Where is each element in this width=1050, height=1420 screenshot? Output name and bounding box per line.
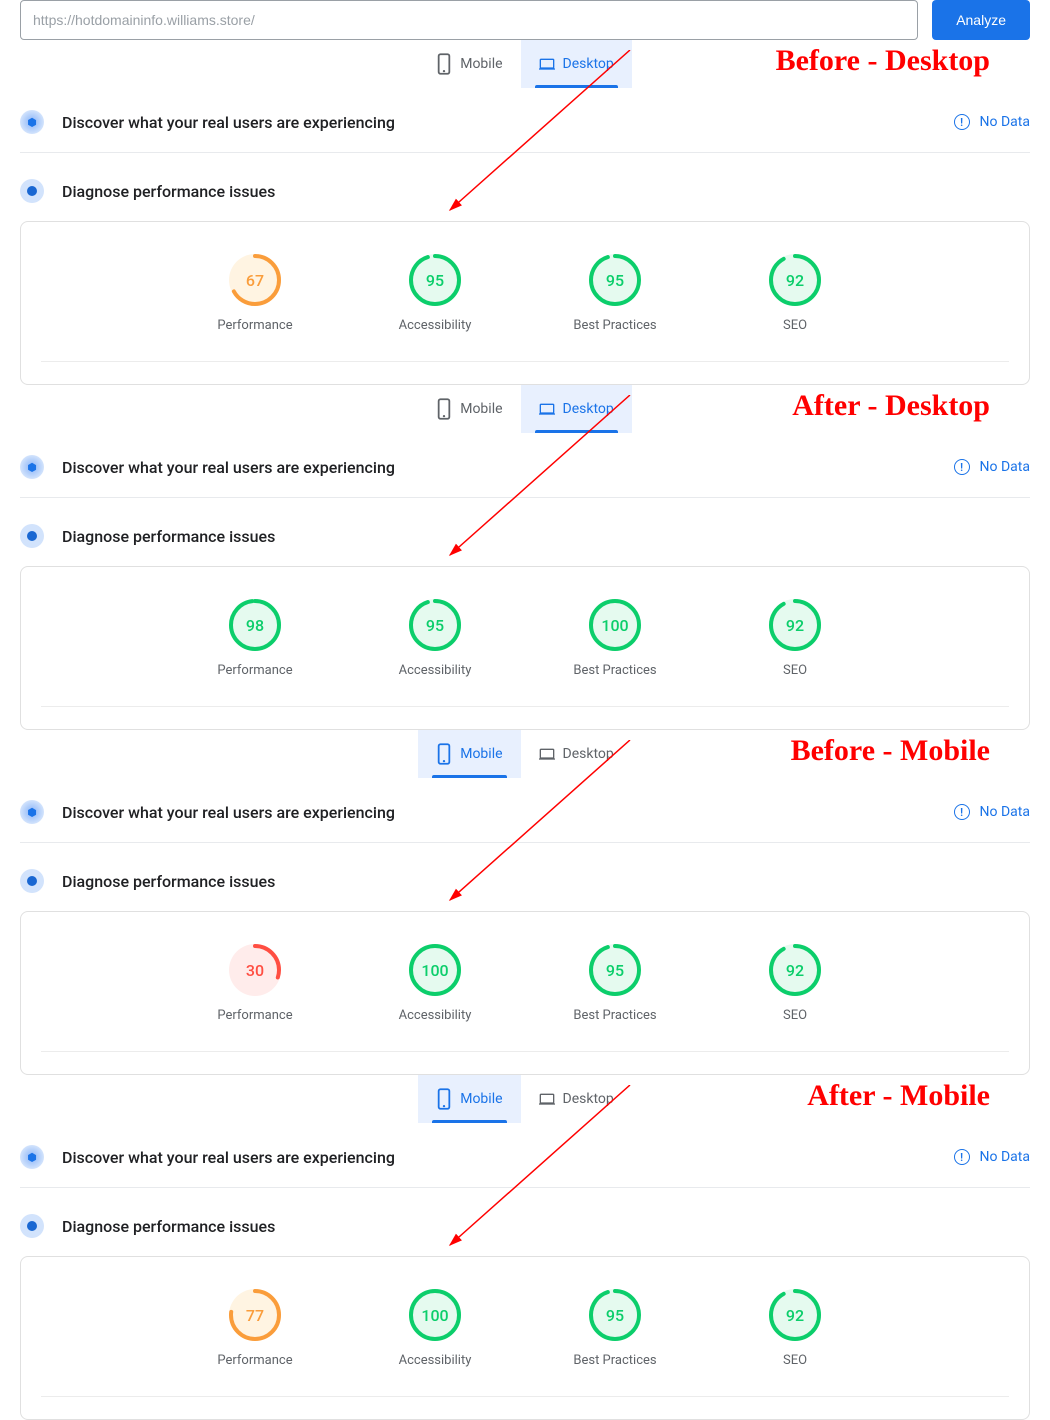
url-input[interactable] (20, 0, 918, 40)
performance-gauge[interactable]: 67 Performance (200, 254, 310, 333)
discover-heading-row: ⬢ Discover what your real users are expe… (20, 433, 1030, 498)
report-section-after_mobile: MobileDesktop After - Mobile ⬢ Discover … (20, 1075, 1030, 1420)
users-icon: ⬢ (20, 1145, 44, 1169)
performance-gauge[interactable]: 98 Performance (200, 599, 310, 678)
desktop-icon (539, 743, 555, 765)
best-practices-gauge[interactable]: 100 Best Practices (560, 599, 670, 678)
desktop-icon (539, 53, 555, 75)
tab-desktop[interactable]: Desktop (521, 1075, 632, 1123)
tab-mobile[interactable]: Mobile (418, 40, 520, 88)
discover-heading-row: ⬢ Discover what your real users are expe… (20, 88, 1030, 153)
mobile-icon (436, 743, 452, 765)
tab-mobile[interactable]: Mobile (418, 730, 520, 778)
no-data-link[interactable]: ! No Data (954, 804, 1030, 820)
seo-gauge[interactable]: 92 SEO (740, 1289, 850, 1368)
diagnose-heading-row: Diagnose performance issues (20, 843, 1030, 911)
discover-title: Discover what your real users are experi… (62, 113, 954, 132)
users-icon: ⬢ (20, 455, 44, 479)
info-icon: ! (954, 459, 970, 475)
performance-gauge[interactable]: 77 Performance (200, 1289, 310, 1368)
discover-title: Discover what your real users are experi… (62, 1148, 954, 1167)
diagnose-heading-row: Diagnose performance issues (20, 498, 1030, 566)
desktop-icon (539, 1088, 555, 1110)
info-icon: ! (954, 114, 970, 130)
diagnose-title: Diagnose performance issues (62, 1217, 275, 1236)
diagnose-title: Diagnose performance issues (62, 872, 275, 891)
analyze-button[interactable]: Analyze (932, 0, 1030, 40)
users-icon: ⬢ (20, 800, 44, 824)
tab-desktop[interactable]: Desktop (521, 730, 632, 778)
seo-gauge[interactable]: 92 SEO (740, 599, 850, 678)
best-practices-gauge[interactable]: 95 Best Practices (560, 254, 670, 333)
best-practices-gauge[interactable]: 95 Best Practices (560, 1289, 670, 1368)
accessibility-gauge[interactable]: 100 Accessibility (380, 944, 490, 1023)
report-section-before_mobile: MobileDesktop Before - Mobile ⬢ Discover… (20, 730, 1030, 1075)
no-data-label: No Data (980, 1149, 1030, 1165)
diagnose-title: Diagnose performance issues (62, 182, 275, 201)
no-data-label: No Data (980, 114, 1030, 130)
scores-card: 30 Performance 100 Accessibility 95 Best… (20, 911, 1030, 1075)
info-icon: ! (954, 1149, 970, 1165)
target-icon (20, 524, 44, 548)
discover-title: Discover what your real users are experi… (62, 458, 954, 477)
mobile-icon (436, 398, 452, 420)
diagnose-title: Diagnose performance issues (62, 527, 275, 546)
tab-mobile[interactable]: Mobile (418, 1075, 520, 1123)
no-data-link[interactable]: ! No Data (954, 114, 1030, 130)
seo-gauge[interactable]: 92 SEO (740, 944, 850, 1023)
mobile-icon (436, 1088, 452, 1110)
report-section-before_desktop: MobileDesktop Before - Desktop ⬢ Discove… (20, 40, 1030, 385)
discover-heading-row: ⬢ Discover what your real users are expe… (20, 1123, 1030, 1188)
target-icon (20, 179, 44, 203)
diagnose-heading-row: Diagnose performance issues (20, 1188, 1030, 1256)
scores-card: 67 Performance 95 Accessibility 95 Best … (20, 221, 1030, 385)
accessibility-gauge[interactable]: 100 Accessibility (380, 1289, 490, 1368)
discover-title: Discover what your real users are experi… (62, 803, 954, 822)
accessibility-gauge[interactable]: 95 Accessibility (380, 254, 490, 333)
no-data-label: No Data (980, 804, 1030, 820)
report-section-after_desktop: MobileDesktop After - Desktop ⬢ Discover… (20, 385, 1030, 730)
no-data-label: No Data (980, 459, 1030, 475)
tab-desktop[interactable]: Desktop (521, 40, 632, 88)
scores-card: 98 Performance 95 Accessibility 100 Best… (20, 566, 1030, 730)
discover-heading-row: ⬢ Discover what your real users are expe… (20, 778, 1030, 843)
mobile-icon (436, 53, 452, 75)
no-data-link[interactable]: ! No Data (954, 459, 1030, 475)
accessibility-gauge[interactable]: 95 Accessibility (380, 599, 490, 678)
best-practices-gauge[interactable]: 95 Best Practices (560, 944, 670, 1023)
desktop-icon (539, 398, 555, 420)
target-icon (20, 869, 44, 893)
performance-gauge[interactable]: 30 Performance (200, 944, 310, 1023)
scores-card: 77 Performance 100 Accessibility 95 Best… (20, 1256, 1030, 1420)
users-icon: ⬢ (20, 110, 44, 134)
seo-gauge[interactable]: 92 SEO (740, 254, 850, 333)
no-data-link[interactable]: ! No Data (954, 1149, 1030, 1165)
tab-desktop[interactable]: Desktop (521, 385, 632, 433)
info-icon: ! (954, 804, 970, 820)
tab-mobile[interactable]: Mobile (418, 385, 520, 433)
diagnose-heading-row: Diagnose performance issues (20, 153, 1030, 221)
target-icon (20, 1214, 44, 1238)
